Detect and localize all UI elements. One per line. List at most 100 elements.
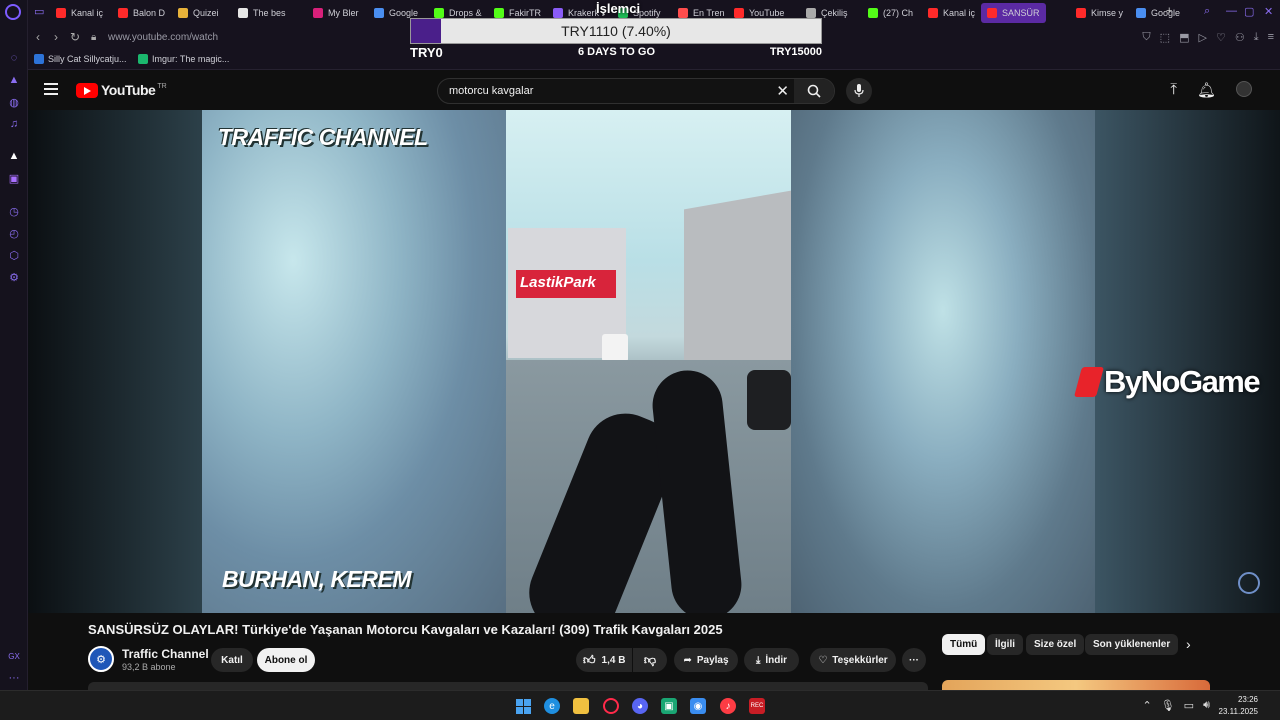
settings-icon[interactable]: ⚙: [6, 269, 22, 285]
building-right: [684, 190, 791, 380]
browser-tab[interactable]: Google: [1136, 3, 1180, 23]
windows-start-icon[interactable]: [515, 698, 531, 714]
player-icon[interactable]: ▷: [1198, 31, 1206, 44]
bookmark-imgur[interactable]: Imgur: The magic...: [138, 54, 229, 64]
region-code: TR: [157, 82, 167, 90]
like-button[interactable]: 👍︎ 1,4 B: [576, 648, 632, 672]
chat-app-icon[interactable]: ◉: [690, 698, 706, 714]
search-input[interactable]: motorcu kavgalar: [449, 85, 533, 97]
minimize-icon[interactable]: —: [1226, 5, 1237, 17]
clear-search-icon[interactable]: ✕: [776, 82, 789, 100]
super-thanks-icon: ♡: [818, 654, 828, 666]
chip-recent[interactable]: Son yüklenenler: [1085, 634, 1179, 655]
messenger-icon[interactable]: ◌: [6, 50, 22, 66]
chip-for-you[interactable]: Size özel: [1026, 634, 1085, 655]
donation-goal-overlay: İşlemci TRY1110 (7.40%) TRY0 6 DAYS TO G…: [410, 0, 822, 62]
youtube-logo[interactable]: YouTube TR: [76, 82, 167, 98]
join-button[interactable]: Katıl: [211, 648, 253, 672]
app-icon[interactable]: ▣: [661, 698, 677, 714]
edge-icon[interactable]: e: [544, 698, 560, 714]
browser-tab[interactable]: SANSÜRSÜ: [981, 3, 1046, 23]
chevron-right-icon[interactable]: ›: [1186, 636, 1191, 652]
thumbs-down-icon: 👎︎: [643, 652, 657, 667]
search-tabs-icon[interactable]: ⌕: [1204, 5, 1210, 18]
extensions-icon[interactable]: ⬡: [6, 247, 22, 263]
hamburger-menu-icon[interactable]: [44, 83, 58, 95]
recommended-thumbnail[interactable]: [942, 680, 1210, 690]
chip-related[interactable]: İlgili: [987, 634, 1023, 655]
search-button[interactable]: [794, 79, 834, 103]
thumbs-up-icon: 👍︎: [583, 652, 596, 667]
youtube-play-icon: [76, 82, 98, 98]
reload-icon[interactable]: ↻: [70, 30, 80, 44]
download-button[interactable]: ⤓ İndir: [744, 648, 799, 672]
like-count: 1,4 B: [601, 654, 626, 666]
url-field[interactable]: www.youtube.com/watch: [108, 32, 218, 43]
sponsor-watermark-text: ByNoGame: [1104, 364, 1261, 399]
bookmark-favicon-icon: [138, 54, 148, 64]
close-window-icon[interactable]: ✕: [1264, 5, 1273, 18]
aria-icon[interactable]: ▲: [6, 72, 22, 88]
history-icon[interactable]: ◷: [6, 203, 22, 219]
browser-tab[interactable]: (27) Ch: [868, 3, 913, 23]
file-explorer-icon[interactable]: [573, 698, 589, 714]
itunes-icon[interactable]: ♪: [720, 698, 736, 714]
network-icon[interactable]: ▭: [1184, 699, 1194, 712]
maximize-icon[interactable]: ▢: [1244, 5, 1254, 18]
music-icon[interactable]: ♫: [6, 116, 22, 132]
clock-icon[interactable]: ◴: [6, 225, 22, 241]
easy-setup-icon[interactable]: ≡: [1268, 31, 1274, 44]
browser-tab[interactable]: Quizei: [178, 3, 219, 23]
more-actions-button[interactable]: ···: [902, 648, 926, 672]
microphone-tray-icon[interactable]: 🎙︎: [1161, 699, 1175, 712]
heart-icon[interactable]: ♡: [1216, 31, 1226, 44]
opera-gx-taskbar-icon[interactable]: [603, 698, 619, 714]
voice-search-button[interactable]: [846, 78, 872, 104]
discord-icon[interactable]: ◕: [632, 698, 648, 714]
search-box[interactable]: motorcu kavgalar ✕: [437, 78, 835, 104]
dislike-button[interactable]: 👎︎: [633, 648, 667, 672]
vpn-icon[interactable]: ⬒: [1179, 31, 1189, 44]
channel-avatar[interactable]: ⚙: [88, 646, 114, 672]
browser-tab[interactable]: My Bler: [313, 3, 359, 23]
download-icon: ⤓: [755, 654, 761, 666]
opera-logo-icon[interactable]: [5, 4, 21, 20]
upload-icon[interactable]: ⤒: [1170, 81, 1177, 99]
browser-tab[interactable]: Kanal iç: [928, 3, 975, 23]
forward-icon[interactable]: ›: [54, 30, 58, 44]
browser-tab[interactable]: Kanal iç: [56, 3, 103, 23]
whatsapp-icon[interactable]: ◍: [6, 94, 22, 110]
new-tab-icon[interactable]: +: [1166, 5, 1172, 17]
snapshot-icon[interactable]: ⬚: [1160, 31, 1170, 44]
browser-tab[interactable]: Kimse y: [1076, 3, 1123, 23]
back-icon[interactable]: ‹: [36, 30, 40, 44]
channel-name[interactable]: Traffic Channel: [122, 647, 209, 661]
tab-favicon-icon: [987, 8, 997, 18]
gx-icon[interactable]: GX: [6, 648, 22, 664]
description-box[interactable]: [88, 682, 928, 690]
share-button[interactable]: ➦ Paylaş: [674, 648, 738, 672]
recorder-app-icon[interactable]: REC: [749, 698, 765, 714]
chip-all[interactable]: Tümü: [942, 634, 986, 655]
browser-tab[interactable]: Balon D: [118, 3, 165, 23]
system-clock[interactable]: 23:26 23.11.2025: [1219, 694, 1258, 718]
kick-icon[interactable]: ▲: [6, 148, 22, 164]
browser-tab[interactable]: The bes: [238, 3, 286, 23]
video-player[interactable]: LastikPark TRAFFIC CHANNEL BURHAN, KEREM: [202, 110, 1095, 613]
donation-progress-bar: TRY1110 (7.40%): [410, 18, 822, 44]
tab-menu-icon[interactable]: ▭: [34, 5, 44, 18]
profile-icon[interactable]: ⚇: [1235, 31, 1245, 44]
more-icon[interactable]: ···: [6, 670, 22, 686]
opera-sidebar: ◌ ▲ ◍ ♫ ▲ ▣ ◷ ◴ ⬡ ⚙ GX ···: [0, 0, 28, 690]
thanks-button[interactable]: ♡ Teşekkürler: [810, 648, 896, 672]
volume-icon[interactable]: 🔊︎: [1203, 699, 1210, 712]
downloads-icon[interactable]: ⤓: [1254, 31, 1259, 44]
search-icon: [807, 84, 821, 98]
twitch-icon[interactable]: ▣: [6, 170, 22, 186]
bookmark-silly-cat[interactable]: Silly Cat Sillycatju...: [34, 54, 127, 64]
account-avatar[interactable]: [1236, 81, 1252, 97]
tray-chevron-up-icon[interactable]: ⌃: [1142, 699, 1151, 712]
notifications-bell-icon[interactable]: 🔔︎: [1197, 81, 1216, 99]
bookmark-icon[interactable]: ⛉: [1142, 31, 1150, 44]
subscribe-button[interactable]: Abone ol: [257, 648, 315, 672]
